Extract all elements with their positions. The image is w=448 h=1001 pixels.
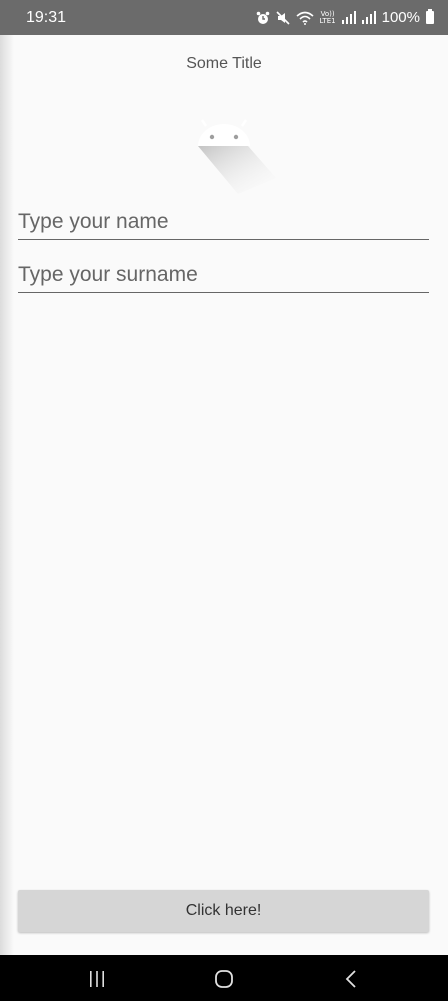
status-time: 19:31 <box>26 8 67 26</box>
back-icon[interactable] <box>339 967 363 991</box>
mute-icon <box>275 10 290 25</box>
home-icon[interactable] <box>212 967 236 991</box>
battery-percent: 100% <box>381 9 420 26</box>
wifi-icon <box>296 11 314 25</box>
battery-icon <box>426 9 434 24</box>
status-bar: 19:31 Vo)) LTE1 100% <box>0 0 448 35</box>
alarm-icon <box>256 11 270 25</box>
name-input[interactable] <box>18 208 429 240</box>
volte-bottom-text: LTE1 <box>319 16 336 25</box>
navigation-bar <box>0 955 448 1001</box>
signal-icon <box>361 11 376 24</box>
recents-icon[interactable] <box>85 967 109 991</box>
page-title: Some Title <box>186 55 262 72</box>
status-icons: Vo)) LTE1 100% <box>256 9 434 26</box>
surname-input[interactable] <box>18 261 429 293</box>
volte-icon: Vo)) LTE1 <box>319 10 336 25</box>
edge-shadow <box>0 35 14 955</box>
click-here-button[interactable]: Click here! <box>18 890 429 932</box>
signal-icon <box>341 11 356 24</box>
android-logo-icon <box>198 119 276 194</box>
